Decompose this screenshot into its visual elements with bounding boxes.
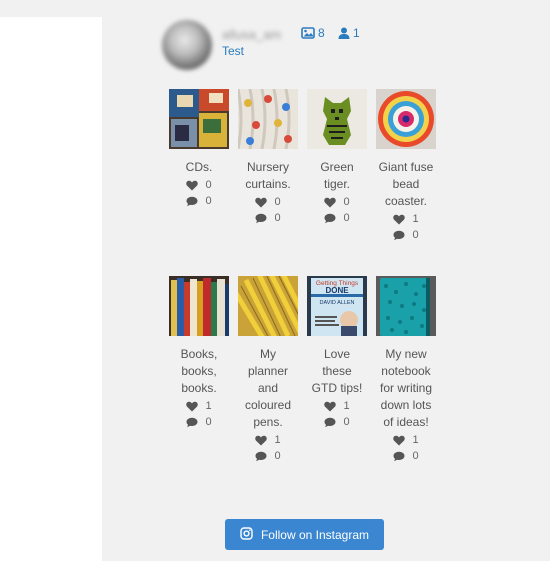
heart-icon: [186, 401, 199, 412]
likes-count: 1: [274, 434, 281, 446]
photos-count: 8: [301, 26, 325, 40]
post-item: Getting Things DONE DAVID ALLEN Love these …: [307, 276, 367, 430]
profile-avatar[interactable]: [162, 20, 212, 70]
comments-count: 0: [343, 212, 350, 224]
likes-row: 1: [376, 211, 436, 227]
post-caption: Giant fuse bead coaster.: [378, 160, 434, 208]
likes-count: 1: [412, 213, 419, 225]
post-thumbnail[interactable]: [376, 89, 436, 149]
heart-icon: [186, 180, 199, 191]
post-item: My new notebook for writing down lots of…: [376, 276, 436, 464]
svg-text:DONE: DONE: [325, 286, 349, 295]
comment-icon: [255, 451, 267, 462]
comments-count: 0: [205, 195, 212, 207]
post-thumbnail[interactable]: [238, 89, 298, 149]
likes-count: 0: [274, 196, 281, 208]
post-thumbnail[interactable]: Getting Things DONE DAVID ALLEN: [307, 276, 367, 336]
heart-icon: [393, 214, 406, 225]
comments-row: 0: [169, 193, 229, 209]
heart-icon: [324, 197, 337, 208]
likes-count: 0: [205, 179, 212, 191]
likes-row: 1: [307, 398, 367, 414]
followers-count-value: 1: [353, 26, 360, 40]
post-item: My planner and coloured pens. 1 0: [238, 276, 298, 464]
post-counts: 10: [307, 398, 367, 430]
comments-count: 0: [274, 212, 281, 224]
heart-icon: [255, 197, 268, 208]
heart-icon: [393, 435, 406, 446]
post-counts: 10: [376, 211, 436, 243]
likes-row: 1: [376, 432, 436, 448]
post-caption: Nursery curtains.: [245, 160, 291, 191]
comment-icon: [324, 213, 336, 224]
comments-count: 0: [412, 450, 419, 462]
comments-row: 0: [307, 414, 367, 430]
post-item: Books, books, books. 1 0: [169, 276, 229, 430]
post-caption: My planner and coloured pens.: [244, 347, 292, 429]
likes-row: 1: [169, 398, 229, 414]
post-item: Giant fuse bead coaster. 1 0: [376, 89, 436, 243]
post-thumbnail[interactable]: [376, 276, 436, 336]
heart-icon: [255, 435, 268, 446]
post-counts: 10: [238, 432, 298, 464]
likes-row: 0: [238, 194, 298, 210]
comment-icon: [186, 196, 198, 207]
comments-row: 0: [307, 210, 367, 226]
post-caption: Green tiger.: [320, 160, 354, 191]
comments-row: 0: [238, 210, 298, 226]
post-thumbnail[interactable]: [238, 276, 298, 336]
svg-text:DAVID ALLEN: DAVID ALLEN: [319, 300, 354, 306]
post-counts: 10: [376, 432, 436, 464]
comments-row: 0: [169, 414, 229, 430]
post-thumbnail[interactable]: [169, 276, 229, 336]
followers-count: 1: [338, 26, 360, 40]
comments-count: 0: [274, 450, 281, 462]
post-counts: 00: [307, 194, 367, 226]
comment-icon: [255, 213, 267, 224]
user-icon: [338, 27, 350, 39]
left-panel: [0, 17, 102, 561]
follow-instagram-button[interactable]: Follow on Instagram: [225, 519, 384, 550]
post-caption: My new notebook for writing down lots of…: [379, 347, 432, 429]
post-item: Green tiger. 0 0: [307, 89, 367, 226]
follow-button-label: Follow on Instagram: [260, 527, 370, 542]
comment-icon: [393, 451, 405, 462]
profile-bio: Test: [222, 44, 245, 58]
post-thumbnail[interactable]: [169, 89, 229, 149]
post-thumbnail[interactable]: [307, 89, 367, 149]
comments-count: 0: [343, 416, 350, 428]
comments-row: 0: [376, 448, 436, 464]
comments-count: 0: [412, 229, 419, 241]
comments-count: 0: [205, 416, 212, 428]
instagram-icon: [240, 526, 253, 543]
likes-row: 1: [238, 432, 298, 448]
likes-count: 0: [343, 196, 350, 208]
post-counts: 00: [169, 177, 229, 209]
likes-row: 0: [169, 177, 229, 193]
heart-icon: [324, 401, 337, 412]
post-item: Nursery curtains. 0 0: [238, 89, 298, 226]
post-caption: CDs.: [185, 160, 213, 174]
likes-row: 0: [307, 194, 367, 210]
photos-count-value: 8: [318, 26, 325, 40]
feed-header: allusa_am Test 8 1: [162, 20, 542, 70]
comment-icon: [393, 230, 405, 241]
comment-icon: [186, 417, 198, 428]
likes-count: 1: [343, 400, 350, 412]
post-caption: Books, books, books.: [180, 347, 218, 395]
likes-count: 1: [205, 400, 212, 412]
comments-row: 0: [376, 227, 436, 243]
post-counts: 00: [238, 194, 298, 226]
photos-icon: [301, 27, 315, 39]
post-item: CDs. 0 0: [169, 89, 229, 209]
post-caption: Love these GTD tips!: [311, 347, 363, 395]
post-counts: 10: [169, 398, 229, 430]
likes-count: 1: [412, 434, 419, 446]
comments-row: 0: [238, 448, 298, 464]
profile-username[interactable]: allusa_am: [222, 27, 281, 42]
comment-icon: [324, 417, 336, 428]
